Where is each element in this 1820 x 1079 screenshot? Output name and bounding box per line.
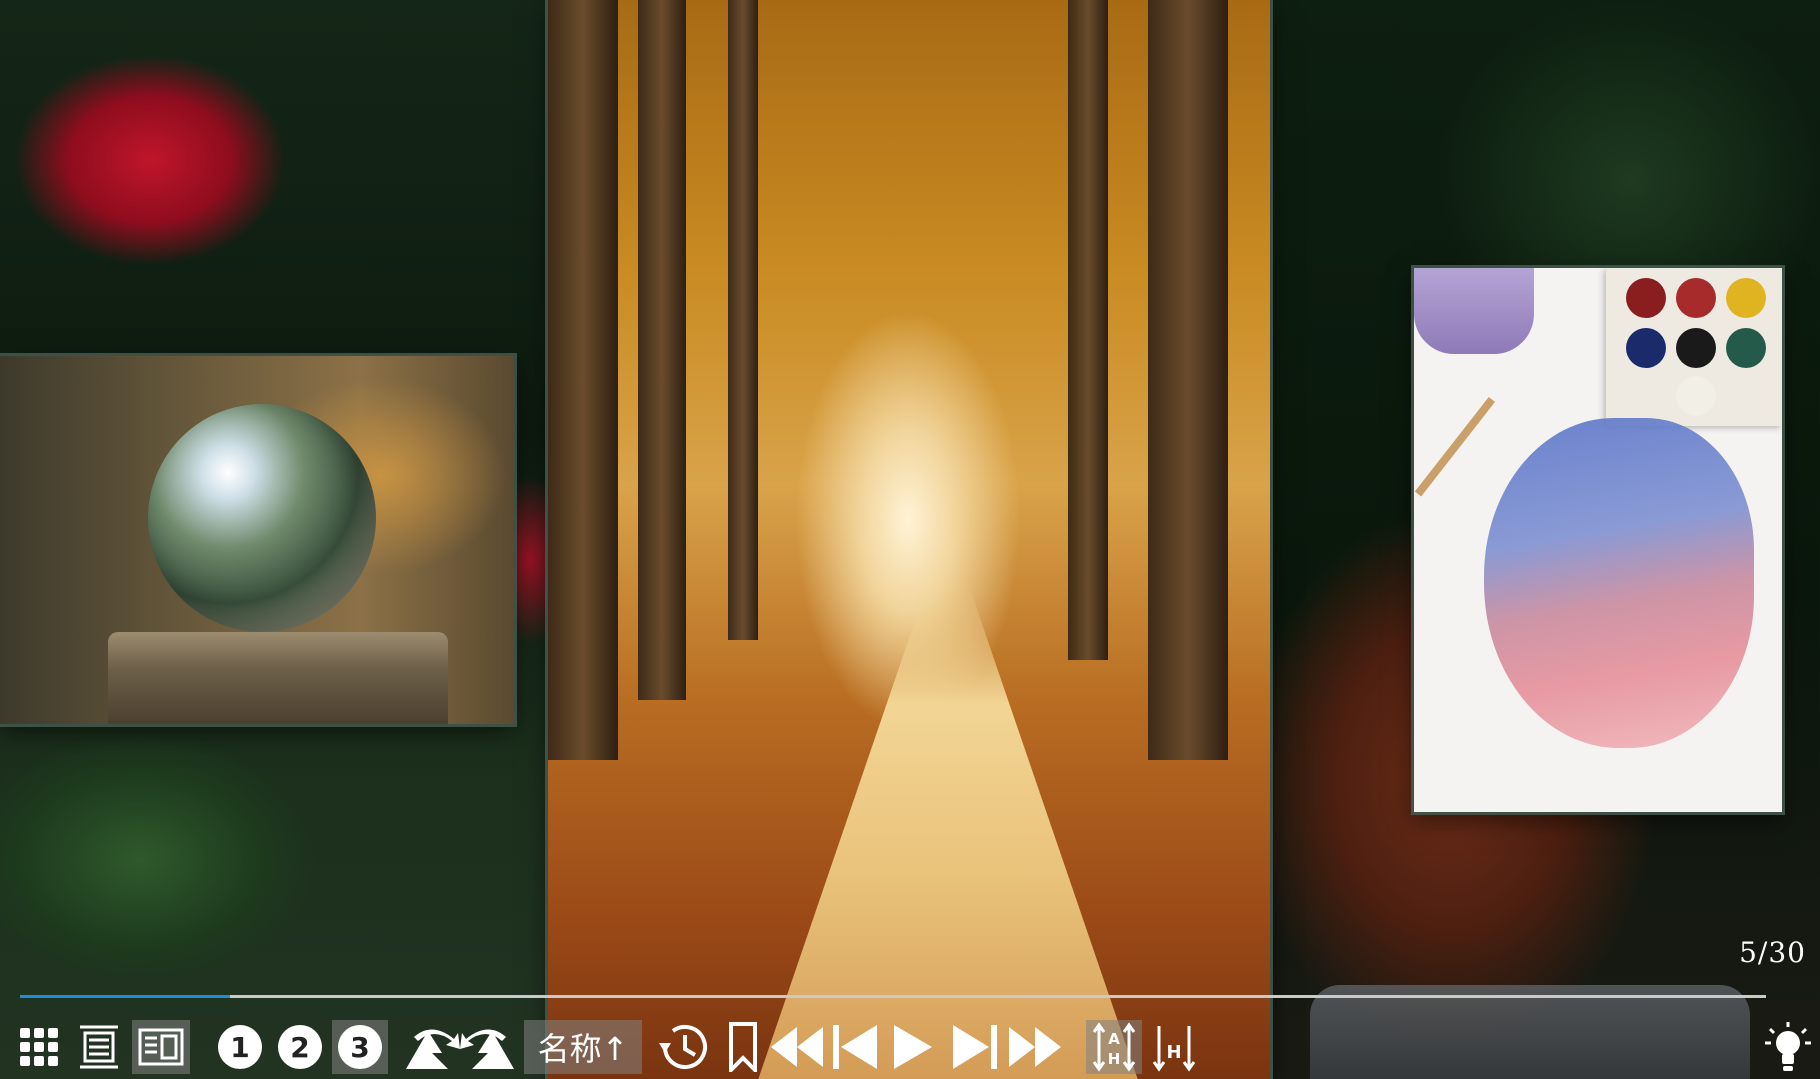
- page-button-1[interactable]: 1: [214, 1020, 266, 1074]
- tree-trunk: [1068, 0, 1108, 660]
- lightbulb-icon: [1765, 1022, 1811, 1071]
- history-icon: [659, 1025, 707, 1069]
- tree-trunk: [1148, 0, 1228, 760]
- page-number: 3: [338, 1025, 382, 1069]
- skip-back-icon: [833, 1025, 877, 1069]
- history-button[interactable]: [652, 1020, 714, 1074]
- sort-label: 名称↑: [537, 1030, 629, 1068]
- watercolor-wash: [1484, 418, 1754, 748]
- paint-pan: [1626, 278, 1666, 318]
- progress-fill: [20, 995, 230, 998]
- photo-watercolor[interactable]: [1414, 268, 1782, 812]
- page-number: 1: [218, 1025, 262, 1069]
- list-view-button[interactable]: [72, 1020, 126, 1074]
- light-toggle-button[interactable]: [1762, 1020, 1814, 1074]
- fast-forward-button[interactable]: [1006, 1020, 1064, 1074]
- water-jar: [1414, 268, 1534, 354]
- play-button[interactable]: [888, 1020, 938, 1074]
- rotate-left-icon[interactable]: [404, 1023, 460, 1071]
- progress-bar[interactable]: [20, 995, 1766, 998]
- photo-autumn-path[interactable]: [548, 0, 1270, 1079]
- tree-stump: [108, 632, 448, 724]
- fast-forward-icon: [1009, 1027, 1061, 1067]
- list-view-icon: [80, 1025, 118, 1069]
- paint-pan: [1676, 376, 1716, 416]
- detail-view-icon: [138, 1028, 184, 1066]
- tree-trunk: [548, 0, 618, 760]
- paint-pan: [1726, 328, 1766, 368]
- paint-pan: [1726, 278, 1766, 318]
- paint-pan: [1676, 278, 1716, 318]
- tree-trunk: [728, 0, 758, 640]
- detail-view-button[interactable]: [132, 1020, 190, 1074]
- rotate-right-icon[interactable]: [460, 1023, 516, 1071]
- paint-pan: [1626, 328, 1666, 368]
- bottom-toolbar: 1 2 3 名称↑ A H H: [0, 1012, 1820, 1079]
- svg-text:A: A: [1108, 1030, 1120, 1048]
- photo-crystal-ball[interactable]: [0, 356, 514, 724]
- fit-height-icon: H: [1152, 1026, 1196, 1072]
- bookmark-icon: [729, 1022, 757, 1072]
- grid-view-button[interactable]: [14, 1020, 64, 1074]
- tree-trunk: [638, 0, 686, 700]
- skip-back-button[interactable]: [828, 1020, 882, 1074]
- bookmark-button[interactable]: [722, 1020, 764, 1074]
- rotate-buttons: [402, 1020, 518, 1074]
- paint-palette: [1606, 268, 1782, 426]
- page-button-3[interactable]: 3: [332, 1020, 388, 1074]
- paint-pan: [1676, 328, 1716, 368]
- skip-forward-icon: [953, 1025, 997, 1069]
- rewind-icon: [771, 1027, 823, 1067]
- image-counter: 5/30: [1739, 936, 1806, 969]
- rewind-button[interactable]: [768, 1020, 826, 1074]
- fit-height-button[interactable]: H: [1148, 1020, 1200, 1074]
- skip-forward-button[interactable]: [948, 1020, 1002, 1074]
- fit-width-icon: A H: [1092, 1022, 1136, 1072]
- grid-view-icon: [20, 1028, 58, 1066]
- page-number: 2: [278, 1025, 322, 1069]
- play-icon: [894, 1025, 932, 1069]
- fit-width-button[interactable]: A H: [1086, 1020, 1142, 1074]
- page-button-2[interactable]: 2: [274, 1020, 326, 1074]
- paint-brush: [1414, 396, 1496, 497]
- crystal-ball: [148, 404, 376, 632]
- svg-text:H: H: [1108, 1050, 1121, 1068]
- svg-text:H: H: [1166, 1042, 1181, 1063]
- sort-by-name-button[interactable]: 名称↑: [524, 1020, 642, 1074]
